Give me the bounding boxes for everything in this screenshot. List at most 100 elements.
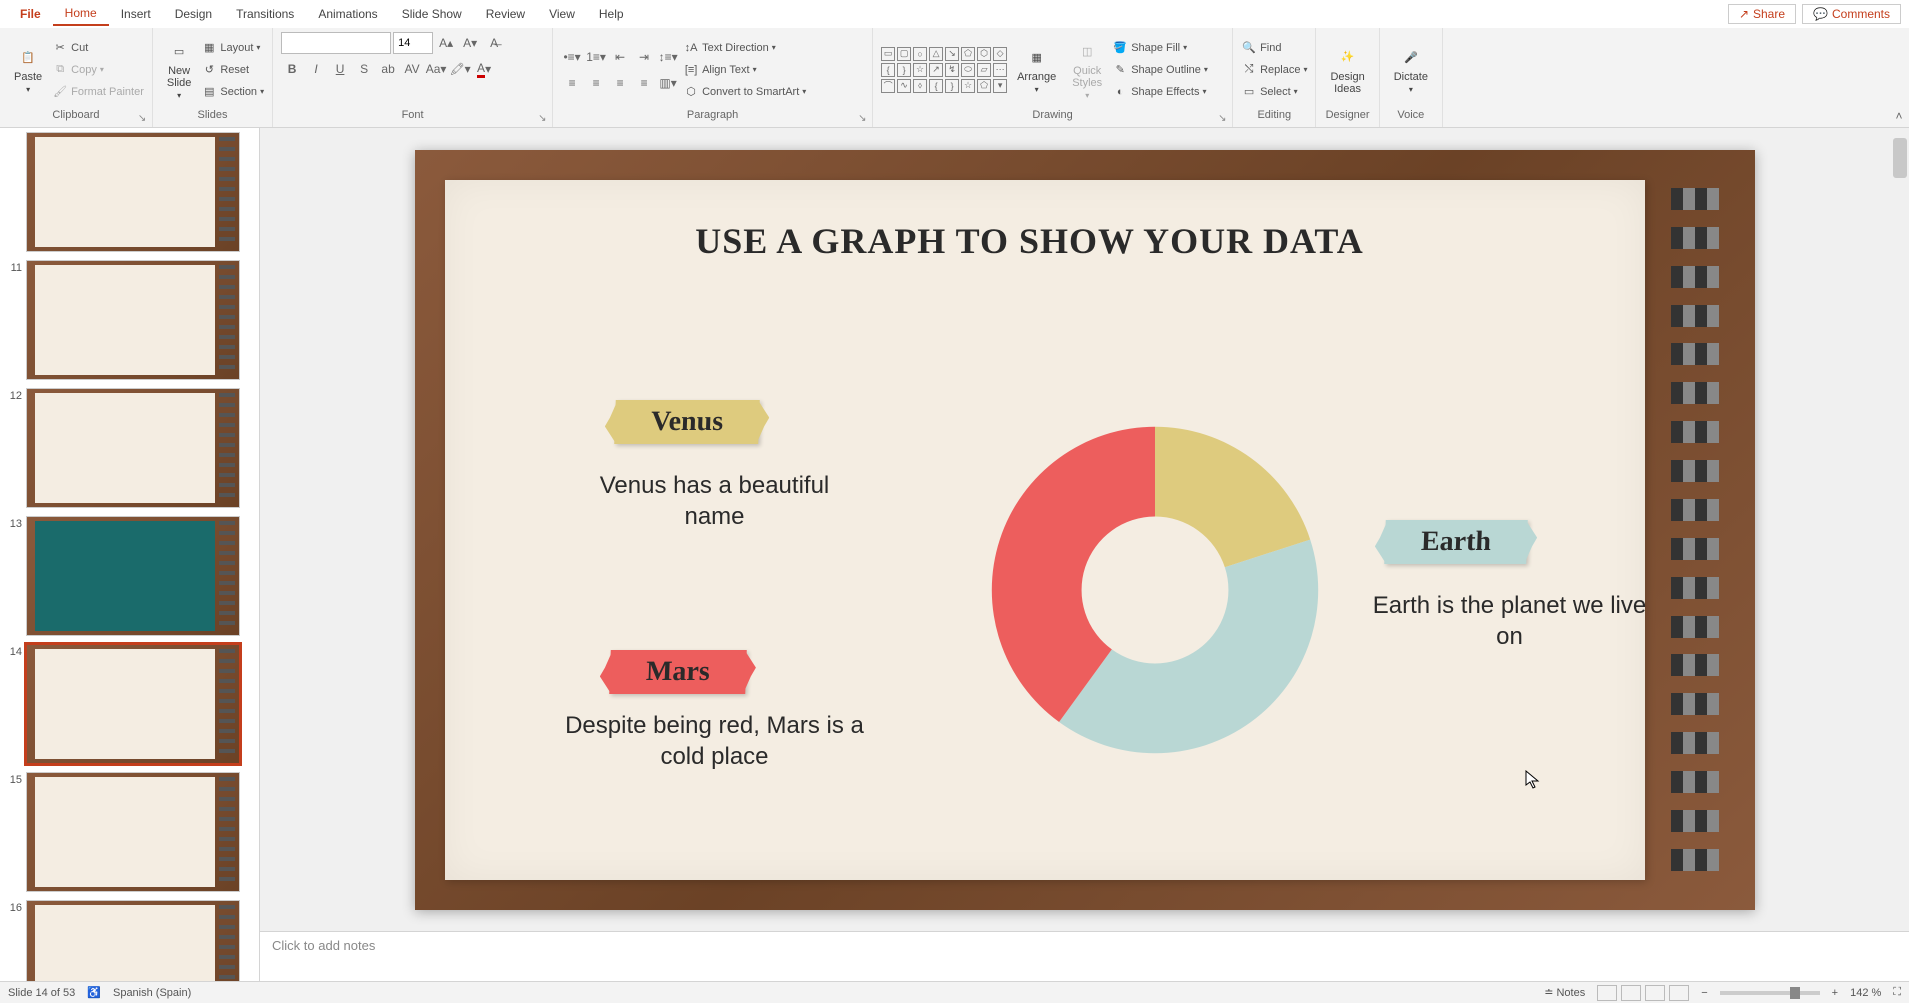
slide-title[interactable]: USE A GRAPH TO SHOW YOUR DATA (415, 220, 1645, 262)
layout-button[interactable]: ▦Layout▾ (201, 37, 264, 59)
font-name-input[interactable] (281, 32, 391, 54)
slideshow-view-button[interactable] (1669, 985, 1689, 1001)
text-direction-button[interactable]: ↕AText Direction▾ (683, 37, 806, 59)
align-left-button[interactable]: ≡ (561, 72, 583, 94)
accessibility-icon[interactable]: ♿ (87, 986, 101, 999)
cut-button[interactable]: ✂Cut (52, 37, 144, 59)
menu-tab-design[interactable]: Design (163, 3, 224, 25)
slide[interactable]: USE A GRAPH TO SHOW YOUR DATA Venus Venu… (415, 150, 1755, 910)
font-color-button[interactable]: A▾ (473, 58, 495, 80)
align-text-button[interactable]: [≡]Align Text▾ (683, 59, 806, 81)
menu-tab-file[interactable]: File (8, 3, 53, 25)
slide-counter[interactable]: Slide 14 of 53 (8, 987, 75, 999)
sorter-view-button[interactable] (1621, 985, 1641, 1001)
char-spacing-button[interactable]: AV (401, 58, 423, 80)
justify-button[interactable]: ≡ (633, 72, 655, 94)
replace-button[interactable]: ⤭Replace▾ (1241, 59, 1307, 81)
comments-button[interactable]: 💬 Comments (1802, 4, 1901, 24)
menu-tab-slideshow[interactable]: Slide Show (390, 3, 474, 25)
highlight-button[interactable]: 🖍▾ (449, 58, 471, 80)
clear-formatting-button[interactable]: A̶ (483, 32, 505, 54)
font-size-input[interactable] (393, 32, 433, 54)
section-button[interactable]: ▤Section▾ (201, 81, 264, 103)
slide-thumbnail-13[interactable]: 13 (4, 516, 259, 636)
earth-label-tape[interactable]: Earth (1384, 520, 1528, 564)
mars-description[interactable]: Despite being red, Mars is a cold place (560, 710, 870, 772)
convert-smartart-button[interactable]: ⬡Convert to SmartArt▾ (683, 81, 806, 103)
reading-view-button[interactable] (1645, 985, 1665, 1001)
donut-chart[interactable] (985, 420, 1325, 760)
menu-tab-review[interactable]: Review (474, 3, 537, 25)
clipboard-dialog-launcher[interactable]: ↘ (138, 113, 150, 125)
select-button[interactable]: ▭Select▾ (1241, 81, 1307, 103)
arrange-icon: ▦ (1025, 45, 1049, 69)
copy-button[interactable]: ⧉Copy▾ (52, 59, 144, 81)
menu-tab-animations[interactable]: Animations (306, 3, 389, 25)
zoom-out-button[interactable]: − (1701, 987, 1707, 999)
slide-thumbnail-panel[interactable]: 11 12 13 14 15 16 (0, 128, 260, 981)
quick-styles-button[interactable]: ◫Quick Styles▾ (1066, 37, 1108, 102)
slide-canvas[interactable]: USE A GRAPH TO SHOW YOUR DATA Venus Venu… (260, 128, 1909, 931)
paragraph-dialog-launcher[interactable]: ↘ (858, 113, 870, 125)
slide-thumbnail-15[interactable]: 15 (4, 772, 259, 892)
find-button[interactable]: 🔍Find (1241, 37, 1307, 59)
slide-thumbnail-10[interactable] (4, 132, 259, 252)
format-painter-button[interactable]: 🖌Format Painter (52, 81, 144, 103)
align-center-button[interactable]: ≡ (585, 72, 607, 94)
shape-outline-button[interactable]: ✎Shape Outline▾ (1112, 59, 1208, 81)
shapes-gallery[interactable]: ▭▢○△↘⬠⬡◇ {}☆↗↯⬭▱⋯ ⌒∿⬨{}☆⬠▾ (881, 47, 1007, 93)
share-button[interactable]: ↗ Share (1728, 4, 1796, 24)
notes-toggle[interactable]: ≐ Notes (1544, 986, 1585, 999)
drawing-dialog-launcher[interactable]: ↘ (1218, 113, 1230, 125)
mars-label-tape[interactable]: Mars (609, 650, 746, 694)
collapse-ribbon-button[interactable]: ˄ (1889, 28, 1909, 127)
shape-effects-button[interactable]: ◐Shape Effects▾ (1112, 81, 1208, 103)
paste-button[interactable]: 📋 Paste ▾ (8, 43, 48, 96)
italic-button[interactable]: I (305, 58, 327, 80)
earth-description[interactable]: Earth is the planet we live on (1365, 590, 1655, 652)
menu-tab-home[interactable]: Home (53, 2, 109, 26)
scrollbar-thumb[interactable] (1893, 138, 1907, 178)
menu-tab-transitions[interactable]: Transitions (224, 3, 306, 25)
venus-description[interactable]: Venus has a beautiful name (580, 470, 850, 532)
normal-view-button[interactable] (1597, 985, 1617, 1001)
columns-button[interactable]: ▥▾ (657, 72, 679, 94)
new-slide-button[interactable]: ▭ New Slide ▾ (161, 37, 197, 102)
decrease-indent-button[interactable]: ⇤ (609, 46, 631, 68)
slide-thumbnail-12[interactable]: 12 (4, 388, 259, 508)
menu-tab-view[interactable]: View (537, 3, 587, 25)
decrease-font-button[interactable]: A▾ (459, 32, 481, 54)
slide-thumbnail-16[interactable]: 16 (4, 900, 259, 981)
numbering-button[interactable]: 1≡▾ (585, 46, 607, 68)
font-dialog-launcher[interactable]: ↘ (538, 113, 550, 125)
dictate-button[interactable]: 🎤Dictate▾ (1388, 43, 1434, 96)
bullets-button[interactable]: •≡▾ (561, 46, 583, 68)
design-ideas-button[interactable]: ✨Design Ideas (1324, 43, 1370, 97)
shadow-button[interactable]: S (353, 58, 375, 80)
increase-indent-button[interactable]: ⇥ (633, 46, 655, 68)
change-case-button[interactable]: Aa▾ (425, 58, 447, 80)
vertical-scrollbar[interactable] (1891, 128, 1909, 931)
menu-tab-help[interactable]: Help (587, 3, 636, 25)
slide-thumbnail-14[interactable]: 14 (4, 644, 259, 764)
zoom-in-button[interactable]: + (1832, 987, 1838, 999)
donut-segment-venus[interactable] (1155, 426, 1310, 567)
line-spacing-button[interactable]: ↕≡▾ (657, 46, 679, 68)
slide-thumbnail-11[interactable]: 11 (4, 260, 259, 380)
bold-button[interactable]: B (281, 58, 303, 80)
zoom-slider-handle[interactable] (1790, 987, 1800, 999)
menu-tab-insert[interactable]: Insert (109, 3, 163, 25)
reset-button[interactable]: ↺Reset (201, 59, 264, 81)
fit-to-window-button[interactable]: ⛶ (1893, 986, 1901, 999)
align-right-button[interactable]: ≡ (609, 72, 631, 94)
increase-font-button[interactable]: A▴ (435, 32, 457, 54)
zoom-level[interactable]: 142 % (1850, 987, 1881, 999)
underline-button[interactable]: U (329, 58, 351, 80)
venus-label-tape[interactable]: Venus (614, 400, 760, 444)
strikethrough-button[interactable]: ab (377, 58, 399, 80)
notes-pane[interactable]: Click to add notes (260, 931, 1909, 981)
shape-fill-button[interactable]: 🪣Shape Fill▾ (1112, 37, 1208, 59)
zoom-slider[interactable] (1720, 991, 1820, 995)
arrange-button[interactable]: ▦Arrange▾ (1011, 43, 1062, 96)
language-indicator[interactable]: Spanish (Spain) (113, 987, 191, 999)
